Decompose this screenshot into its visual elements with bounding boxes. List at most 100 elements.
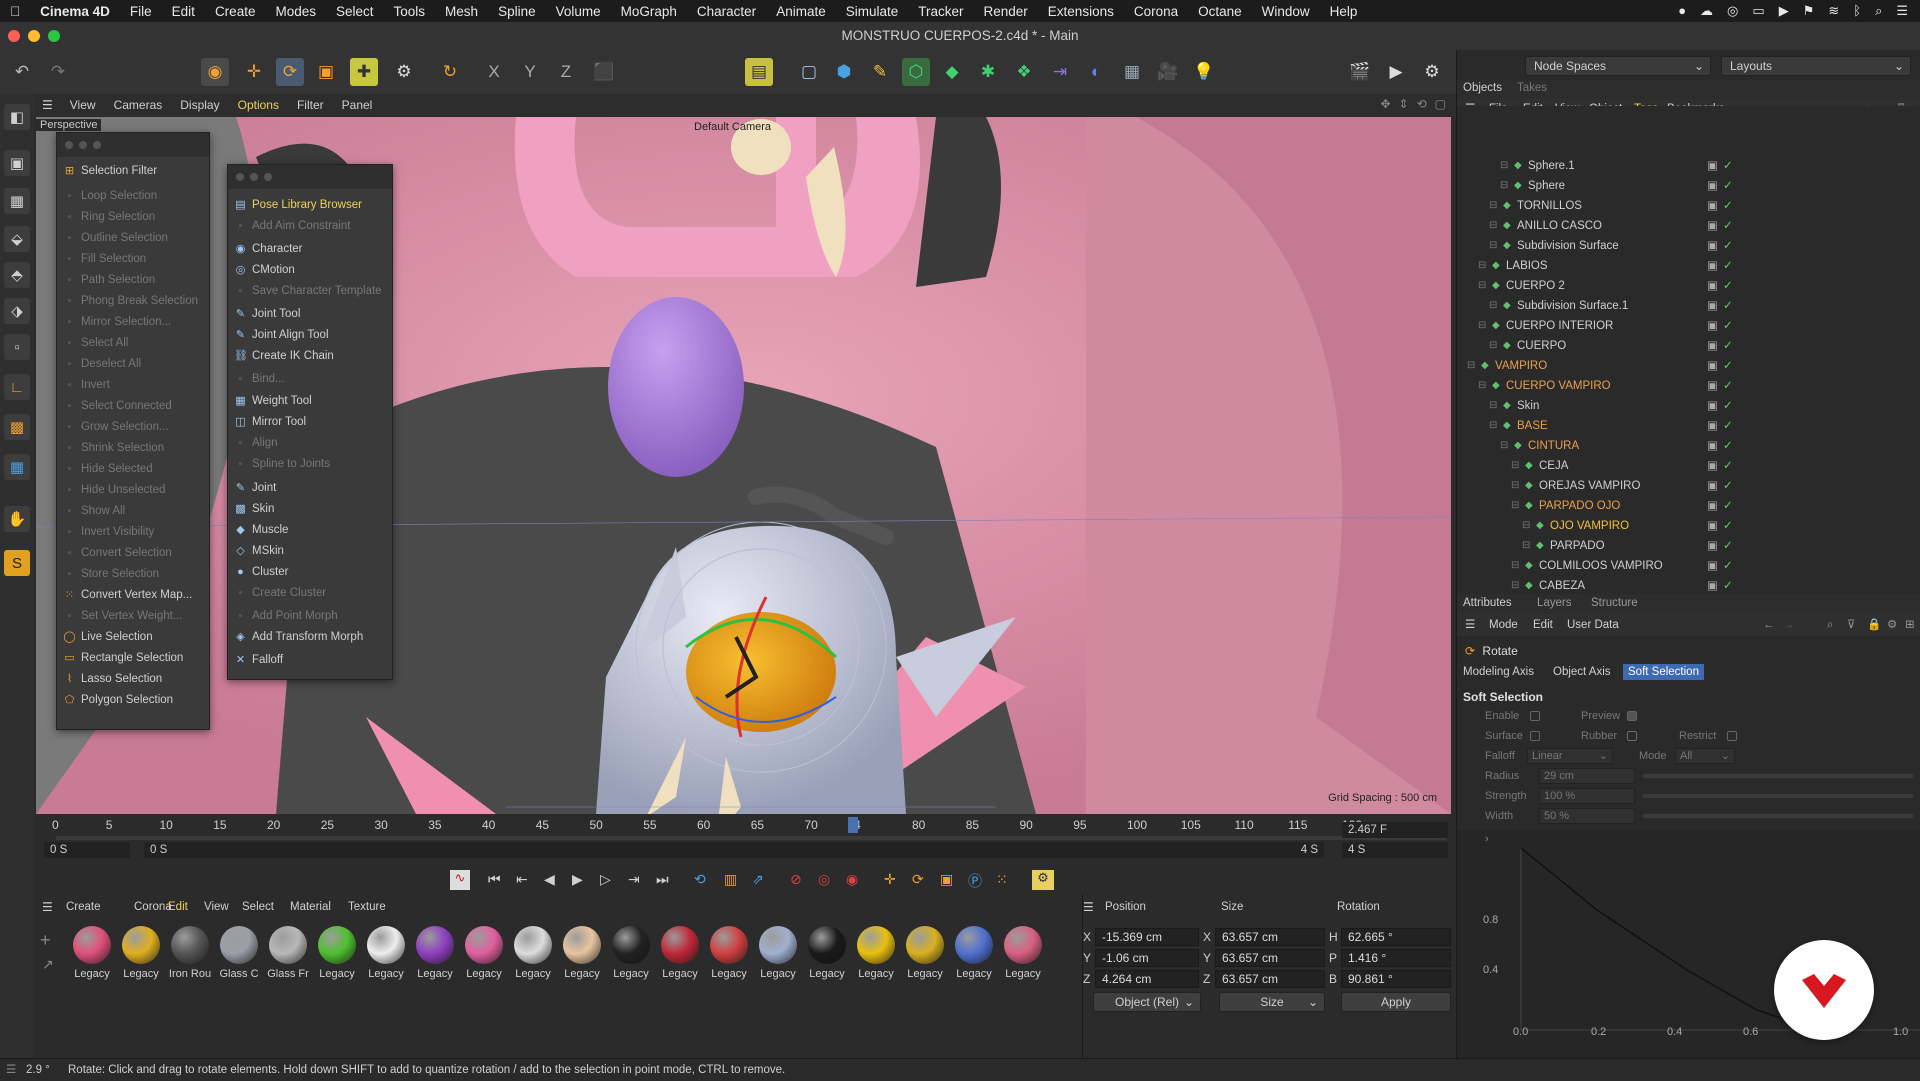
scheme-icon[interactable]: ⚙ <box>1032 870 1054 890</box>
enabled-check-icon[interactable]: ✓ <box>1723 156 1733 176</box>
search-icon[interactable]: ⌕ <box>1875 0 1882 22</box>
texture-mode-icon[interactable]: ▦ <box>4 188 30 214</box>
material-swatch[interactable]: Legacy <box>609 926 653 980</box>
object-name[interactable]: TORNILLOS <box>1517 196 1582 216</box>
character-menu-item[interactable]: ✎ Joint <box>228 478 392 499</box>
zoom-window-button[interactable] <box>48 30 60 42</box>
object-name[interactable]: OJO VAMPIRO <box>1550 516 1629 536</box>
character-menu-item[interactable]: ◈ Add Transform Morph <box>228 627 392 648</box>
viewport-menu-options[interactable]: Options <box>229 98 288 112</box>
enabled-check-icon[interactable]: ✓ <box>1723 396 1733 416</box>
object-name[interactable]: LABIOS <box>1506 256 1548 276</box>
cloner-icon[interactable]: ✱ <box>974 58 1002 86</box>
control-center-icon[interactable]: ☰ <box>1896 0 1908 22</box>
strength-slider[interactable] <box>1643 794 1913 798</box>
selection-tool-icon[interactable]: ◉ <box>201 58 229 86</box>
soft-selection-icon[interactable]: ✚ <box>350 58 378 86</box>
viewport-move-icon[interactable]: ✥ <box>1380 97 1390 111</box>
selection-menu-item[interactable]: ▪ Fill Selection <box>57 249 209 270</box>
mac-menu-window[interactable]: Window <box>1252 4 1320 19</box>
mac-menu-mesh[interactable]: Mesh <box>435 4 488 19</box>
grid-icon[interactable]: ▩ <box>4 414 30 440</box>
restrict-checkbox[interactable] <box>1727 731 1737 741</box>
material-swatch[interactable]: Legacy <box>413 926 457 980</box>
layouts-dropdown[interactable]: Layouts ⌄ <box>1721 56 1911 76</box>
mac-menu-tools[interactable]: Tools <box>384 4 436 19</box>
material-swatch[interactable]: Legacy <box>952 926 996 980</box>
material-menu-select[interactable]: Select <box>242 901 274 913</box>
enabled-check-icon[interactable]: ✓ <box>1723 336 1733 356</box>
subdivision-icon[interactable]: ⬡ <box>902 58 930 86</box>
enabled-check-icon[interactable]: ✓ <box>1723 456 1733 476</box>
enabled-check-icon[interactable]: ✓ <box>1723 496 1733 516</box>
character-menu-item[interactable]: ▪ Bind... <box>228 369 392 390</box>
material-swatch[interactable]: Iron Rou <box>168 926 212 980</box>
rotation-h-field[interactable]: 62.665 ° <box>1341 928 1451 946</box>
enabled-check-icon[interactable]: ✓ <box>1723 176 1733 196</box>
object-name[interactable]: CUERPO VAMPIRO <box>1506 376 1611 396</box>
visibility-icon[interactable]: ▣ <box>1707 176 1718 196</box>
deformer-icon[interactable]: ⇥ <box>1046 58 1074 86</box>
tab-objects[interactable]: Objects <box>1463 82 1502 94</box>
filter-icon[interactable]: ⊽ <box>1847 614 1855 636</box>
visibility-icon[interactable]: ▣ <box>1707 436 1718 456</box>
mac-menu-select[interactable]: Select <box>326 4 384 19</box>
expand-icon[interactable]: ⊟ <box>1511 556 1519 576</box>
object-row[interactable]: ⊟ ◆ ANILLO CASCO ▣ ✓ <box>1457 216 1920 236</box>
field-icon[interactable]: ◐ <box>1082 58 1110 86</box>
object-row[interactable]: ⊟ ◆ OJO VAMPIRO ▣ ✓ <box>1457 516 1920 536</box>
menu-extra-icon[interactable]: ◎ <box>1727 0 1738 22</box>
object-name[interactable]: CUERPO <box>1517 336 1566 356</box>
tab-layers[interactable]: Layers <box>1537 597 1572 609</box>
tab-object-axis[interactable]: Object Axis <box>1553 666 1611 678</box>
rotate-tool-icon[interactable]: ⟳ <box>276 58 304 86</box>
object-row[interactable]: ⊟ ◆ OREJAS VAMPIRO ▣ ✓ <box>1457 476 1920 496</box>
size-y-field[interactable]: 63.657 cm <box>1215 949 1325 967</box>
object-name[interactable]: PARPADO <box>1550 536 1605 556</box>
enabled-check-icon[interactable]: ✓ <box>1723 216 1733 236</box>
enabled-check-icon[interactable]: ✓ <box>1723 356 1733 376</box>
object-name[interactable]: PARPADO OJO <box>1539 496 1620 516</box>
key-selection-icon[interactable]: ◉ <box>846 871 858 888</box>
prev-key-icon[interactable]: ⇤ <box>516 871 528 888</box>
motion-icon[interactable]: ⇗ <box>752 871 764 888</box>
generator-icon[interactable]: ◆ <box>938 58 966 86</box>
settings-icon[interactable]: ⚙ <box>1887 614 1897 636</box>
material-swatch[interactable]: Legacy <box>119 926 163 980</box>
preview-checkbox[interactable] <box>1627 711 1637 721</box>
tracks-icon[interactable]: ▥ <box>724 871 737 888</box>
character-menu-item[interactable]: ▤ Pose Library Browser <box>228 195 392 216</box>
wifi-icon[interactable]: ≋ <box>1828 0 1839 22</box>
material-swatch[interactable]: Legacy <box>707 926 751 980</box>
x-axis-icon[interactable]: X <box>480 58 508 86</box>
pen-icon[interactable]: ✎ <box>866 58 894 86</box>
position-x-field[interactable]: -15.369 cm <box>1095 928 1199 946</box>
object-name[interactable]: CABEZA <box>1539 576 1585 596</box>
selection-menu-item[interactable]: ▪ Phong Break Selection <box>57 291 209 312</box>
object-row[interactable]: ⊟ ◆ CUERPO INTERIOR ▣ ✓ <box>1457 316 1920 336</box>
point-mode-icon[interactable]: ⬙ <box>4 226 30 252</box>
cube-icon[interactable]: ⬢ <box>830 58 858 86</box>
material-menu-texture[interactable]: Texture <box>348 901 386 913</box>
visibility-icon[interactable]: ▣ <box>1707 556 1718 576</box>
material-swatch[interactable]: Legacy <box>462 926 506 980</box>
visibility-icon[interactable]: ▣ <box>1707 316 1718 336</box>
loop-icon[interactable]: ⟲ <box>694 871 706 888</box>
frame-field[interactable]: 2.467 F <box>1342 822 1448 838</box>
character-menu-item[interactable]: ◉ Character <box>228 239 392 260</box>
mac-menu-tracker[interactable]: Tracker <box>908 4 973 19</box>
selection-menu-item[interactable]: ▪ Ring Selection <box>57 207 209 228</box>
selection-filter-item[interactable]: ⊞ Selection Filter <box>57 161 209 182</box>
visibility-icon[interactable]: ▣ <box>1707 336 1718 356</box>
mac-menu-modes[interactable]: Modes <box>265 4 326 19</box>
width-slider[interactable] <box>1643 814 1913 818</box>
mac-menu-file[interactable]: File <box>120 4 162 19</box>
viewport-menu-filter[interactable]: Filter <box>288 98 333 112</box>
object-mode-icon[interactable]: ▣ <box>4 150 30 176</box>
selection-menu-item[interactable]: ▪ Grow Selection... <box>57 417 209 438</box>
menu-mode[interactable]: Mode <box>1489 614 1518 636</box>
minimize-window-button[interactable] <box>28 30 40 42</box>
expand-icon[interactable]: ⊟ <box>1500 436 1508 456</box>
position-y-field[interactable]: -1.06 cm <box>1095 949 1199 967</box>
expand-icon[interactable]: ⊟ <box>1511 456 1519 476</box>
